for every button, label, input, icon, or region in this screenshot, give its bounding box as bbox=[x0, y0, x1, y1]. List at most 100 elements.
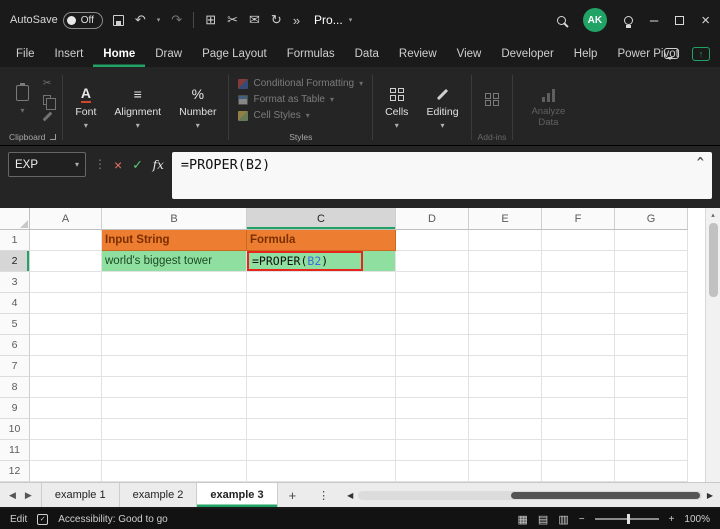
cell-styles-button[interactable]: Cell Styles ▾ bbox=[235, 109, 366, 122]
avatar[interactable]: AK bbox=[582, 8, 607, 32]
cell-b6[interactable] bbox=[102, 335, 247, 356]
paste-button[interactable]: ▾ bbox=[9, 82, 36, 117]
insert-function-icon[interactable]: fx bbox=[153, 158, 164, 172]
cell-c11[interactable] bbox=[247, 440, 396, 461]
column-header-b[interactable]: B bbox=[102, 208, 247, 230]
minimize-button[interactable]: – bbox=[650, 13, 658, 28]
cell-c3[interactable] bbox=[247, 272, 396, 293]
cell-g2[interactable] bbox=[615, 251, 688, 272]
cell-b10[interactable] bbox=[102, 419, 247, 440]
scroll-up-icon[interactable]: ▴ bbox=[711, 211, 715, 219]
cell-e1[interactable] bbox=[469, 230, 542, 251]
cell-f6[interactable] bbox=[542, 335, 615, 356]
cut-icon[interactable]: ✂ bbox=[43, 78, 51, 89]
cell-e11[interactable] bbox=[469, 440, 542, 461]
undo-icon[interactable]: ↶ bbox=[135, 12, 146, 28]
cell-e2[interactable] bbox=[469, 251, 542, 272]
cell-c1[interactable]: Formula bbox=[247, 230, 396, 251]
cell-c8[interactable] bbox=[247, 377, 396, 398]
sheet-tab-example-3[interactable]: example 3 bbox=[197, 483, 278, 507]
cancel-icon[interactable]: × bbox=[114, 157, 122, 173]
dialog-launcher-icon[interactable] bbox=[50, 134, 57, 140]
cell-f10[interactable] bbox=[542, 419, 615, 440]
cell-d12[interactable] bbox=[396, 461, 469, 482]
cell-f12[interactable] bbox=[542, 461, 615, 482]
zoom-level[interactable]: 100% bbox=[684, 514, 710, 525]
tab-insert[interactable]: Insert bbox=[45, 40, 94, 67]
cell-b1[interactable]: Input String bbox=[102, 230, 247, 251]
cell-g4[interactable] bbox=[615, 293, 688, 314]
select-all-corner[interactable] bbox=[0, 208, 30, 230]
page-layout-view-icon[interactable]: ▤ bbox=[538, 513, 548, 526]
undo-chevron-icon[interactable]: ▾ bbox=[157, 16, 161, 24]
cell-c9[interactable] bbox=[247, 398, 396, 419]
cell-g9[interactable] bbox=[615, 398, 688, 419]
row-header-4[interactable]: 4 bbox=[0, 293, 30, 314]
cell-f1[interactable] bbox=[542, 230, 615, 251]
cell-d8[interactable] bbox=[396, 377, 469, 398]
close-button[interactable]: × bbox=[701, 13, 710, 28]
format-painter-icon[interactable] bbox=[42, 111, 53, 121]
accessibility-icon[interactable]: ✓ bbox=[37, 513, 49, 525]
cell-c5[interactable] bbox=[247, 314, 396, 335]
cell-b7[interactable] bbox=[102, 356, 247, 377]
tab-draw[interactable]: Draw bbox=[145, 40, 192, 67]
cell-a8[interactable] bbox=[30, 377, 102, 398]
cell-f7[interactable] bbox=[542, 356, 615, 377]
column-header-e[interactable]: E bbox=[469, 208, 542, 230]
scroll-left-icon[interactable]: ◀ bbox=[347, 491, 353, 500]
tab-file[interactable]: File bbox=[6, 40, 45, 67]
refresh-icon[interactable]: ↻ bbox=[271, 12, 282, 28]
cell-f11[interactable] bbox=[542, 440, 615, 461]
tab-view[interactable]: View bbox=[447, 40, 492, 67]
zoom-slider-knob[interactable] bbox=[626, 514, 630, 524]
cell-e12[interactable] bbox=[469, 461, 542, 482]
tab-formulas[interactable]: Formulas bbox=[277, 40, 345, 67]
row-header-12[interactable]: 12 bbox=[0, 461, 30, 482]
cell-g3[interactable] bbox=[615, 272, 688, 293]
sheet-tab-example-1[interactable]: example 1 bbox=[40, 483, 120, 507]
column-header-c[interactable]: C bbox=[247, 208, 396, 230]
cell-f8[interactable] bbox=[542, 377, 615, 398]
copy-icon[interactable] bbox=[43, 94, 57, 110]
cell-a7[interactable] bbox=[30, 356, 102, 377]
formula-input[interactable]: =PROPER(B2) ^ bbox=[171, 152, 712, 199]
search-icon[interactable] bbox=[556, 15, 566, 25]
row-header-8[interactable]: 8 bbox=[0, 377, 30, 398]
cell-g8[interactable] bbox=[615, 377, 688, 398]
cell-c2[interactable]: =PROPER(B2) bbox=[247, 251, 396, 272]
row-header-11[interactable]: 11 bbox=[0, 440, 30, 461]
scroll-right-icon[interactable]: ▶ bbox=[707, 491, 713, 500]
cell-e3[interactable] bbox=[469, 272, 542, 293]
cell-d4[interactable] bbox=[396, 293, 469, 314]
format-as-table-button[interactable]: Format as Table ▾ bbox=[235, 93, 366, 106]
row-header-6[interactable]: 6 bbox=[0, 335, 30, 356]
cell-f2[interactable] bbox=[542, 251, 615, 272]
cell-b8[interactable] bbox=[102, 377, 247, 398]
cell-f3[interactable] bbox=[542, 272, 615, 293]
alignment-group-button[interactable]: ≡ Alignment ▾ bbox=[105, 70, 170, 145]
cell-a2[interactable] bbox=[30, 251, 102, 272]
name-box[interactable]: EXP ▾ bbox=[8, 152, 86, 177]
zoom-in-button[interactable]: + bbox=[669, 514, 675, 525]
addins-button[interactable] bbox=[478, 91, 506, 108]
cell-a11[interactable] bbox=[30, 440, 102, 461]
cell-d3[interactable] bbox=[396, 272, 469, 293]
autosave-toggle[interactable]: AutoSave Off bbox=[10, 11, 103, 29]
cell-e7[interactable] bbox=[469, 356, 542, 377]
cell-b5[interactable] bbox=[102, 314, 247, 335]
number-group-button[interactable]: % Number ▾ bbox=[170, 70, 225, 145]
cell-a6[interactable] bbox=[30, 335, 102, 356]
comments-icon[interactable] bbox=[664, 48, 679, 60]
row-header-3[interactable]: 3 bbox=[0, 272, 30, 293]
horizontal-scroll-thumb[interactable] bbox=[510, 491, 700, 499]
zoom-slider[interactable] bbox=[594, 514, 659, 524]
document-title[interactable]: Pro... ▾ bbox=[314, 13, 352, 27]
cell-c6[interactable] bbox=[247, 335, 396, 356]
redo-icon[interactable]: ↷ bbox=[171, 12, 182, 28]
workbook-icon[interactable]: ⊞ bbox=[205, 12, 216, 28]
tab-home[interactable]: Home bbox=[93, 40, 145, 67]
cell-d1[interactable] bbox=[396, 230, 469, 251]
cell-b12[interactable] bbox=[102, 461, 247, 482]
share-icon[interactable]: ↑ bbox=[692, 46, 710, 61]
